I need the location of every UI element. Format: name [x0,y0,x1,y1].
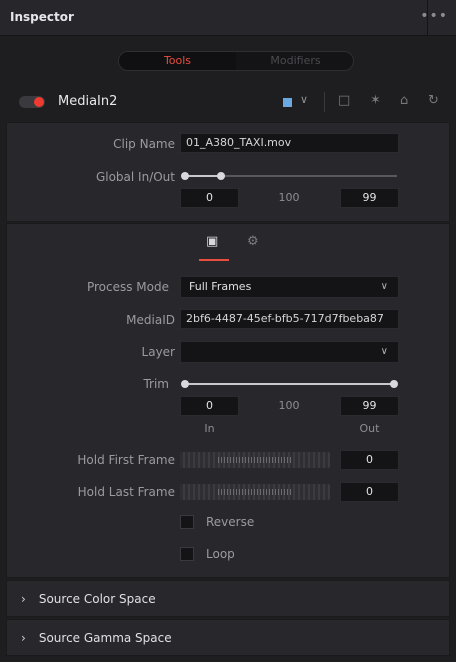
settings-tab-icon[interactable]: ⚙ [247,234,259,249]
loop-label: Loop [206,547,235,561]
inspector-title: Inspector [10,10,74,24]
layer-dropdown[interactable]: ∨ [180,341,399,363]
chevron-down-icon[interactable]: ∨ [300,93,308,106]
hold-first-field[interactable]: 0 [340,450,399,470]
hold-first-frame-label: Hold First Frame [77,453,175,467]
trim-label: Trim [143,377,169,391]
trim-mid-value: 100 [278,399,300,412]
trim-out-handle[interactable] [390,380,398,388]
trim-in-handle[interactable] [181,380,189,388]
layer-label: Layer [141,345,175,359]
more-options-icon[interactable]: ••• [420,8,448,24]
global-in-handle[interactable] [181,172,189,180]
node-color-swatch[interactable] [283,98,292,107]
hold-last-thumbwheel[interactable] [180,484,330,500]
global-out-field[interactable]: 99 [340,188,399,208]
versions-icon[interactable]: □ [338,93,350,108]
global-in-field[interactable]: 0 [180,188,239,208]
media-id-field[interactable]: 2bf6-4487-45ef-bfb5-717d7fbeba87 [180,309,399,329]
source-gamma-space-label: Source Gamma Space [38,631,172,645]
source-color-space-label: Source Color Space [38,592,156,606]
trim-out-caption: Out [359,422,380,435]
global-mid-value: 100 [278,191,300,204]
lock-icon[interactable]: ⌂ [400,93,408,108]
hold-first-thumbwheel[interactable] [180,452,330,468]
node-row-divider [324,92,325,112]
reverse-label: Reverse [206,515,255,529]
image-tab-underline [199,259,229,261]
chevron-down-icon: ∨ [380,281,388,292]
chevron-right-icon: › [21,592,26,606]
trim-in-field[interactable]: 0 [180,396,239,416]
node-name: MediaIn2 [58,94,118,109]
reverse-checkbox[interactable] [180,515,194,529]
clip-name-label: Clip Name [113,137,175,151]
source-gamma-space-section[interactable]: › Source Gamma Space [6,619,450,656]
hold-last-field[interactable]: 0 [340,482,399,502]
global-in-out-label: Global In/Out [95,170,175,184]
source-color-space-header[interactable]: › Source Color Space [21,592,156,606]
reset-icon[interactable]: ↻ [428,93,439,108]
clip-panel: Clip Name 01_A380_TAXI.mov Global In/Out… [6,122,450,222]
loop-checkbox[interactable] [180,547,194,561]
trim-range-track[interactable] [185,383,395,385]
node-enable-toggle[interactable] [19,96,45,108]
global-out-handle[interactable] [217,172,225,180]
hold-last-frame-label: Hold Last Frame [77,485,175,499]
chevron-right-icon: › [21,631,26,645]
trim-in-caption: In [204,422,215,435]
image-panel: ▣ ⚙ Process Mode Full Frames ∨ MediaID 2… [6,223,450,578]
source-color-space-section[interactable]: › Source Color Space [6,580,450,617]
inspector-header: Inspector ••• [0,0,456,36]
media-id-label: MediaID [126,313,175,327]
tab-modifiers[interactable]: Modifiers [237,52,353,70]
source-gamma-space-header[interactable]: › Source Gamma Space [21,631,172,645]
pin-icon[interactable]: ✶ [370,93,381,108]
tab-tools[interactable]: Tools [119,52,236,70]
process-mode-label: Process Mode [86,280,169,294]
global-range-fill [185,175,221,177]
chevron-down-icon: ∨ [380,346,388,357]
trim-out-field[interactable]: 99 [340,396,399,416]
process-mode-dropdown[interactable]: Full Frames ∨ [180,276,399,298]
node-header: MediaIn2 ∨ □ ✶ ⌂ ↻ [0,84,456,120]
process-mode-value: Full Frames [189,280,252,293]
clip-name-field[interactable]: 01_A380_TAXI.mov [180,133,399,153]
enable-dot [34,97,44,107]
tools-modifiers-toggle: Tools Modifiers [118,51,354,71]
image-tab-icon[interactable]: ▣ [206,234,218,249]
